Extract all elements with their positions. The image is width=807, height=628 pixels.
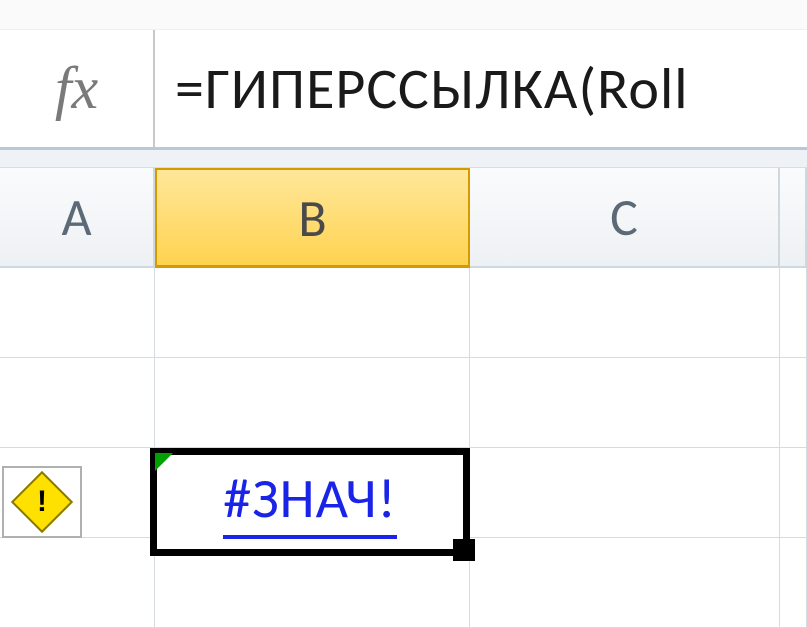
formula-bar-divider: [0, 150, 807, 168]
cell[interactable]: [470, 448, 780, 538]
column-header-d[interactable]: [780, 168, 807, 268]
active-cell[interactable]: #ЗНАЧ!: [150, 448, 470, 556]
error-smart-tag[interactable]: !: [2, 466, 82, 538]
cell[interactable]: [0, 268, 155, 358]
cell[interactable]: [780, 358, 807, 448]
column-header-b[interactable]: B: [155, 168, 470, 268]
grid-row: [0, 268, 807, 358]
formula-input[interactable]: =ГИПЕРССЫЛКА(Roll: [155, 30, 807, 147]
column-headers: A B C: [0, 168, 807, 268]
fx-icon: fx: [55, 54, 98, 123]
column-header-a[interactable]: A: [0, 168, 155, 268]
warning-glyph: !: [37, 485, 47, 519]
formula-text: =ГИПЕРССЫЛКА(Roll: [175, 53, 689, 124]
insert-function-button[interactable]: fx: [0, 30, 155, 147]
cell[interactable]: [470, 538, 780, 628]
cell[interactable]: [780, 538, 807, 628]
active-cell-value: #ЗНАЧ!: [223, 465, 396, 539]
cell[interactable]: [470, 358, 780, 448]
formula-bar: fx =ГИПЕРССЫЛКА(Roll: [0, 30, 807, 150]
menu-strip: [0, 0, 807, 30]
cell[interactable]: [470, 268, 780, 358]
grid-row: [0, 358, 807, 448]
cell[interactable]: [155, 268, 470, 358]
warning-diamond-icon: !: [11, 471, 73, 533]
cell[interactable]: [0, 358, 155, 448]
fill-handle[interactable]: [453, 539, 475, 561]
worksheet-grid[interactable]: ! #ЗНАЧ!: [0, 268, 807, 628]
cell[interactable]: [155, 358, 470, 448]
error-indicator-triangle: [155, 453, 173, 471]
column-header-c[interactable]: C: [470, 168, 780, 268]
cell[interactable]: [780, 268, 807, 358]
cell[interactable]: [0, 538, 155, 628]
cell[interactable]: [780, 448, 807, 538]
